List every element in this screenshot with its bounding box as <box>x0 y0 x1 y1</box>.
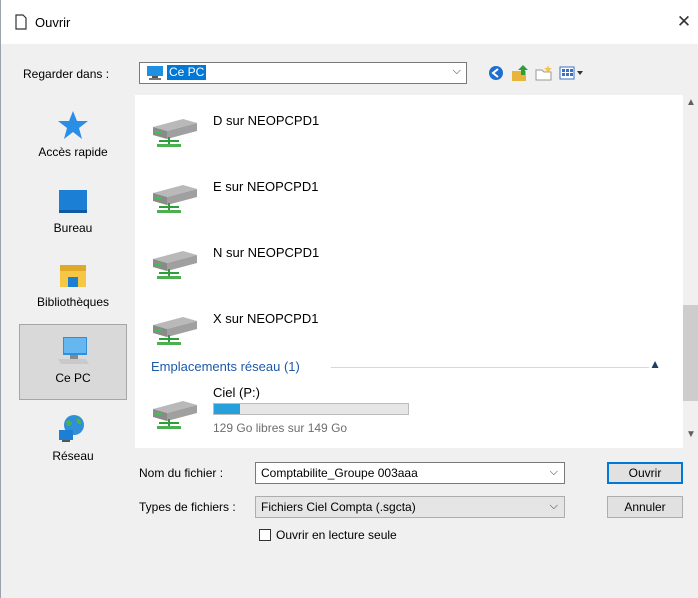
file-list[interactable]: D sur NEOPCPD1 E sur NEOPCPD1 N sur NEOP… <box>135 95 683 448</box>
view-menu-icon <box>559 66 583 80</box>
list-item[interactable]: X sur NEOPCPD1 <box>149 311 549 361</box>
network-drive-icon <box>153 401 197 429</box>
open-dialog: Ouvrir ✕ Regarder dans : Ce PC ⌵ Accès r… <box>0 0 698 598</box>
dialog-title: Ouvrir <box>35 15 71 30</box>
place-this-pc[interactable]: Ce PC <box>19 324 127 400</box>
chevron-down-icon: ⌵ <box>452 65 461 77</box>
place-network[interactable]: Réseau <box>19 407 127 473</box>
place-label: Ce PC <box>55 371 91 385</box>
star-icon <box>58 111 88 139</box>
chevron-up-icon[interactable]: ▲ <box>649 357 661 371</box>
dialog-bottom-margin <box>1 585 698 598</box>
up-folder-button[interactable] <box>509 62 531 84</box>
places-bar: Accès rapide Bureau Bibliothèques Ce PC … <box>11 95 127 585</box>
desktop-icon <box>59 190 87 213</box>
document-icon <box>15 14 27 30</box>
new-folder-button[interactable] <box>533 62 555 84</box>
place-label: Bureau <box>53 221 93 235</box>
filetype-dropdown[interactable]: Fichiers Ciel Compta (.sgcta) ⌵ <box>255 496 565 518</box>
drive-usage-bar <box>213 403 409 415</box>
drive-label: Ciel (P:) <box>213 385 260 400</box>
network-drive-icon <box>153 185 197 213</box>
drive-label: X sur NEOPCPD1 <box>213 311 319 326</box>
list-item[interactable]: N sur NEOPCPD1 <box>149 245 549 295</box>
cancel-button[interactable]: Annuler <box>607 496 683 518</box>
back-button[interactable] <box>485 62 507 84</box>
drive-label: D sur NEOPCPD1 <box>213 113 320 128</box>
drive-label: N sur NEOPCPD1 <box>213 245 320 260</box>
drive-usage-fill <box>214 404 240 414</box>
network-drive-icon <box>153 119 197 147</box>
back-icon <box>489 66 503 80</box>
place-label: Réseau <box>52 449 94 463</box>
drive-free-space: 129 Go libres sur 149 Go <box>213 421 348 435</box>
readonly-label: Ouvrir en lecture seule <box>276 528 397 542</box>
scroll-up-icon[interactable]: ▲ <box>686 97 696 108</box>
chevron-down-icon: ⌵ <box>549 500 558 512</box>
filetype-label: Types de fichiers : <box>139 500 236 514</box>
scroll-down-icon[interactable]: ▼ <box>686 429 696 440</box>
filename-label: Nom du fichier : <box>139 466 224 480</box>
network-drive-icon <box>153 317 197 345</box>
drive-label: E sur NEOPCPD1 <box>213 179 319 194</box>
place-desktop[interactable]: Bureau <box>19 181 127 247</box>
look-in-dropdown[interactable]: Ce PC ⌵ <box>139 62 467 84</box>
look-in-label: Regarder dans : <box>23 67 110 81</box>
place-quick-access[interactable]: Accès rapide <box>19 103 127 169</box>
network-drive-icon <box>153 251 197 279</box>
new-folder-icon <box>535 65 552 81</box>
computer-icon <box>58 337 89 364</box>
up-folder-icon <box>512 65 528 81</box>
look-in-value: Ce PC <box>167 65 207 80</box>
scroll-thumb[interactable] <box>683 305 698 401</box>
close-icon: ✕ <box>676 12 692 31</box>
computer-icon <box>147 66 163 80</box>
chevron-down-icon[interactable]: ⌵ <box>550 466 558 479</box>
checkbox-box[interactable] <box>259 529 271 541</box>
filename-input[interactable]: Comptabilite_Groupe 003aaa ⌵ <box>255 462 565 484</box>
filetype-value: Fichiers Ciel Compta (.sgcta) <box>261 500 416 514</box>
place-libraries[interactable]: Bibliothèques <box>19 253 127 319</box>
list-item[interactable]: D sur NEOPCPD1 <box>149 113 549 163</box>
group-divider <box>331 367 649 368</box>
list-scrollbar[interactable]: ▲ ▼ <box>683 95 698 448</box>
network-locations-group-header[interactable]: Emplacements réseau (1) ▲ <box>151 357 671 377</box>
title-bar: Ouvrir ✕ <box>1 0 698 44</box>
open-button[interactable]: Ouvrir <box>607 462 683 484</box>
place-label: Accès rapide <box>38 145 108 159</box>
place-label: Bibliothèques <box>36 295 110 309</box>
list-item[interactable]: Ciel (P:) 129 Go libres sur 149 Go <box>149 383 549 443</box>
libraries-icon <box>60 265 86 287</box>
filename-value: Comptabilite_Groupe 003aaa <box>261 466 418 480</box>
network-icon <box>59 415 84 442</box>
list-item[interactable]: E sur NEOPCPD1 <box>149 179 549 229</box>
group-header-label: Emplacements réseau (1) <box>151 359 300 374</box>
close-button[interactable]: ✕ <box>673 11 695 33</box>
view-menu-button[interactable] <box>557 62 587 84</box>
